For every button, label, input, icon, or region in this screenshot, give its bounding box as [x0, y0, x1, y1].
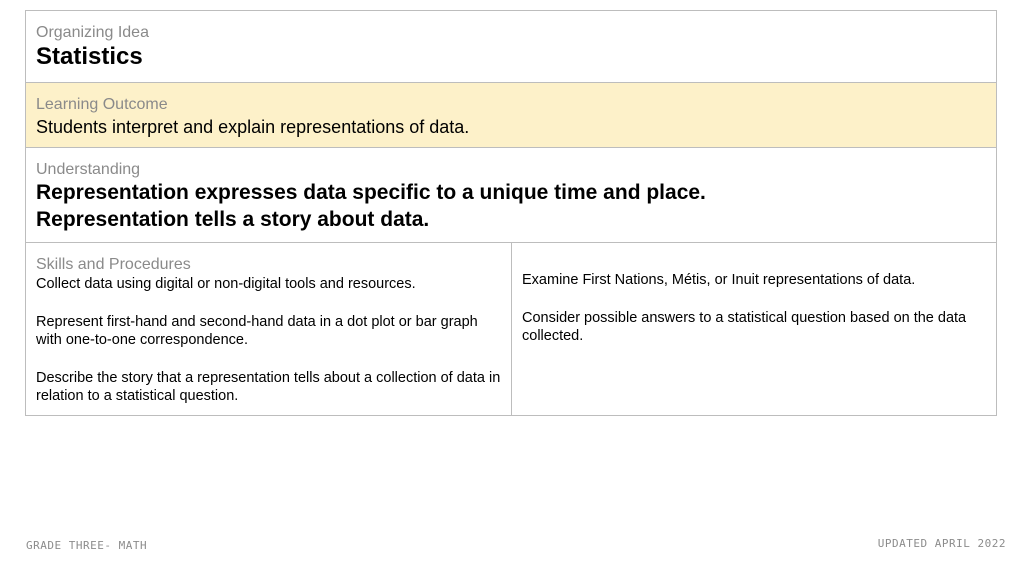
- learning-outcome-row: Learning Outcome Students interpret and …: [26, 83, 996, 148]
- skill-item: Describe the story that a representation…: [36, 369, 501, 405]
- skill-item: Collect data using digital or non-digita…: [36, 276, 416, 292]
- understanding-line-1: Representation expresses data specific t…: [36, 181, 706, 204]
- footer-grade-label: GRADE THREE- MATH: [26, 539, 148, 552]
- understanding-row: Understanding Representation expresses d…: [26, 148, 996, 243]
- skills-row: Skills and Procedures Collect data using…: [26, 243, 996, 415]
- skills-right-column: Examine First Nations, Métis, or Inuit r…: [512, 243, 996, 415]
- organizing-idea-label: Organizing Idea: [36, 24, 149, 41]
- skill-item: Consider possible answers to a statistic…: [522, 309, 967, 345]
- skills-label: Skills and Procedures: [36, 256, 191, 273]
- understanding-label: Understanding: [36, 161, 141, 178]
- footer-updated-label: UPDATED APRIL 2022: [877, 537, 1006, 550]
- understanding-line-2: Representation tells a story about data.: [36, 208, 430, 231]
- skill-item: Represent first-hand and second-hand dat…: [36, 313, 478, 349]
- learning-outcome-label: Learning Outcome: [36, 96, 168, 113]
- learning-outcome-text: Students interpret and explain represent…: [36, 117, 470, 137]
- curriculum-table: Organizing Idea Statistics Learning Outc…: [25, 10, 997, 416]
- organizing-idea-title: Statistics: [36, 43, 143, 70]
- organizing-idea-row: Organizing Idea Statistics: [26, 11, 996, 83]
- skill-item: Examine First Nations, Métis, or Inuit r…: [522, 272, 916, 288]
- skills-left-column: Skills and Procedures Collect data using…: [26, 243, 512, 415]
